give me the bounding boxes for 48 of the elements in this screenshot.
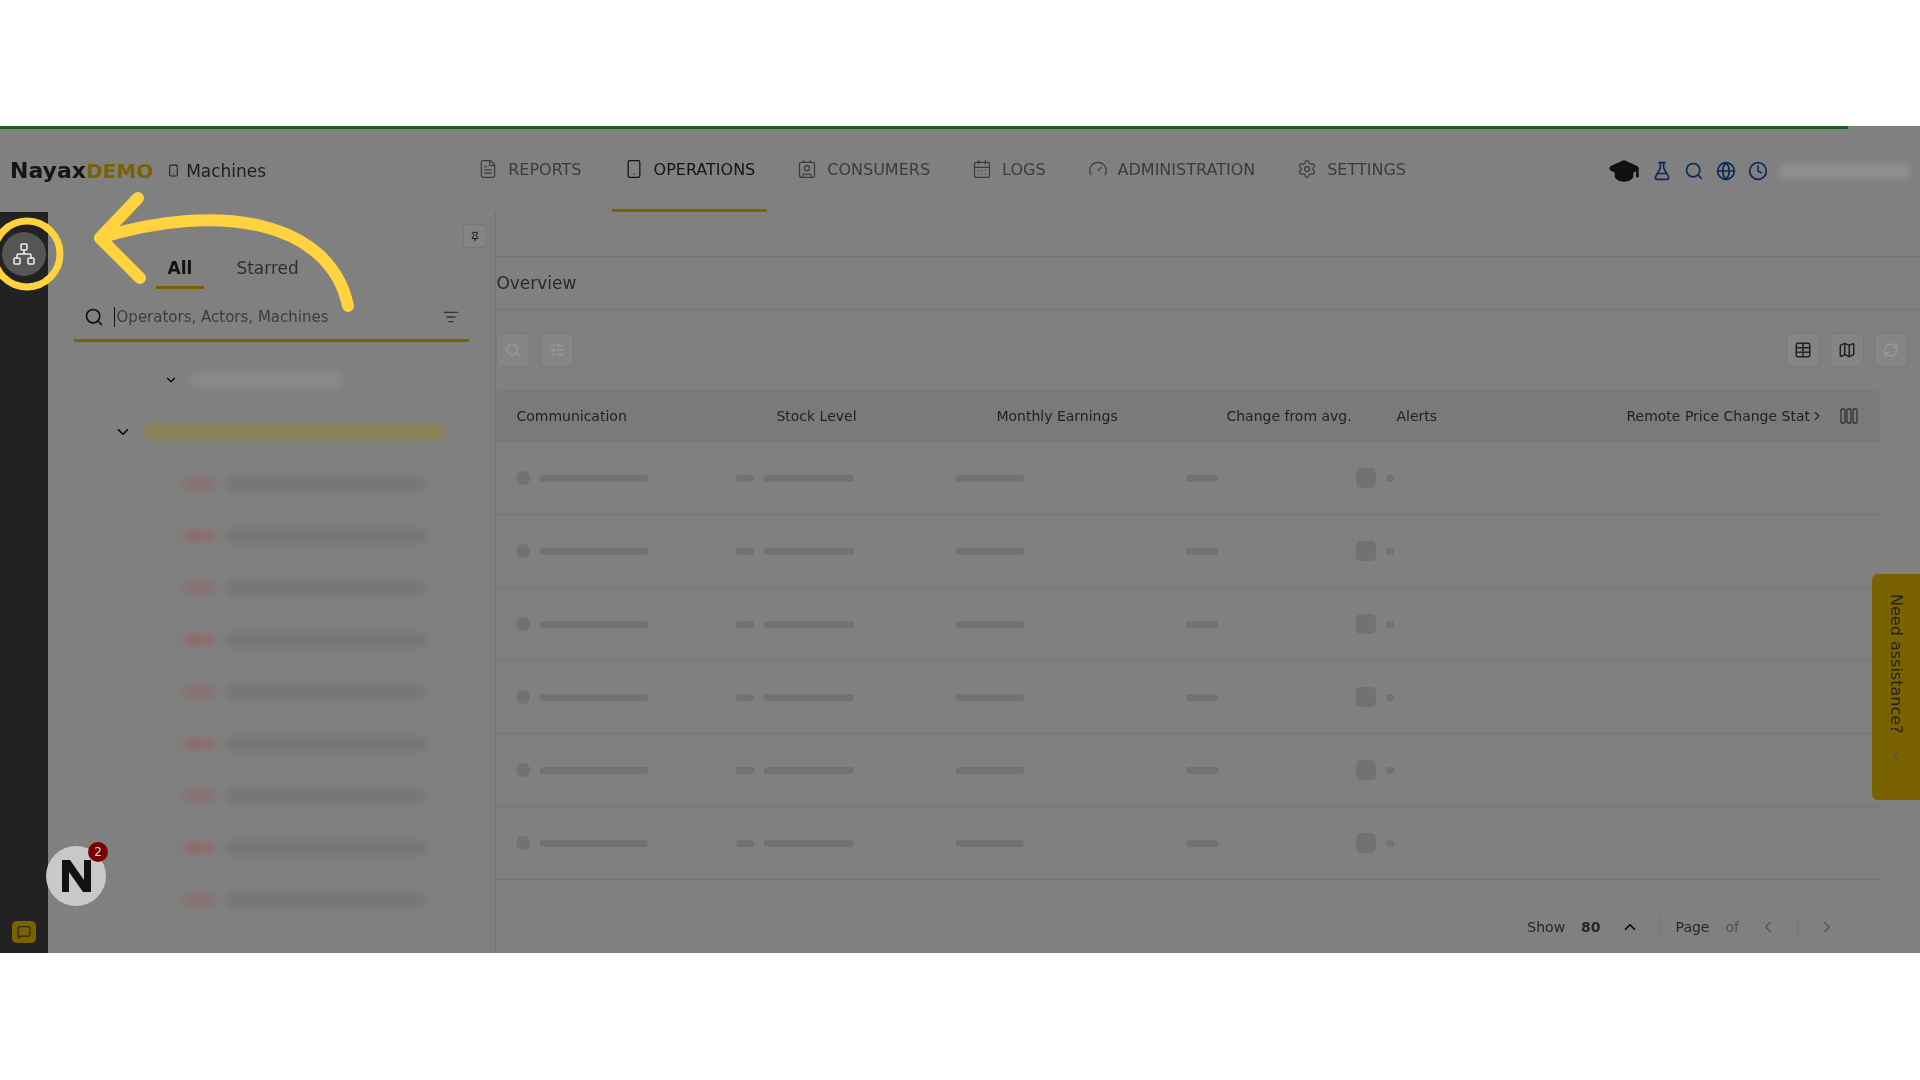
- breadcrumb: Overview: [496, 273, 577, 293]
- pin-icon[interactable]: [470, 229, 481, 243]
- notification-badge: 2: [88, 842, 108, 862]
- table-view-button[interactable]: [1786, 333, 1820, 367]
- nav-tab[interactable]: ADMINISTRATION: [1075, 129, 1268, 212]
- column-header[interactable]: Remote Price Change Stat: [1626, 408, 1810, 424]
- tree-search-field[interactable]: Operators, Actors, Machines: [113, 307, 434, 327]
- consumers-icon[interactable]: [797, 159, 818, 179]
- map-icon[interactable]: [1838, 341, 1856, 359]
- clock-icon[interactable]: [1748, 160, 1768, 181]
- globe-icon[interactable]: [1716, 160, 1736, 181]
- breadcrumb: Machines: [186, 160, 267, 181]
- hierarchy-button[interactable]: [1, 232, 46, 276]
- nav-tab[interactable]: OPERATIONS: [611, 129, 768, 212]
- tree-tab[interactable]: All: [155, 258, 205, 289]
- help-tab[interactable]: Need assistance?: [1872, 574, 1920, 800]
- columns-icon[interactable]: [1840, 408, 1858, 424]
- machine-icon: [167, 164, 181, 177]
- flask-icon[interactable]: [1652, 160, 1672, 181]
- filter-icon[interactable]: [443, 309, 460, 325]
- filter-button[interactable]: [540, 333, 575, 367]
- column-header[interactable]: Stock Level: [776, 408, 997, 424]
- nav-tab[interactable]: REPORTS: [466, 129, 594, 212]
- column-header[interactable]: Change from avg.: [1226, 408, 1397, 424]
- map-view-button[interactable]: [1830, 333, 1864, 367]
- page-label: Page: [1675, 919, 1710, 935]
- column-header[interactable]: Alerts: [1396, 408, 1627, 424]
- pin-button[interactable]: [463, 224, 488, 248]
- refresh-button[interactable]: [1874, 333, 1908, 367]
- search-icon: [83, 307, 104, 327]
- assistant-avatar[interactable]: [46, 846, 106, 906]
- table-icon[interactable]: [1794, 341, 1812, 359]
- show-label: Show: [1527, 919, 1566, 935]
- nav-tab[interactable]: SETTINGS: [1285, 129, 1418, 212]
- nav-tab[interactable]: LOGS: [960, 129, 1058, 212]
- search-icon[interactable]: [1684, 160, 1704, 181]
- logs-icon[interactable]: [972, 159, 993, 179]
- chat-icon[interactable]: [16, 925, 31, 939]
- nayax-logo: NayaxDEMO: [10, 158, 154, 183]
- column-header[interactable]: Monthly Earnings: [996, 408, 1227, 424]
- search-button[interactable]: [496, 333, 531, 367]
- hierarchy-icon[interactable]: [11, 242, 36, 266]
- nav-tab[interactable]: CONSUMERS: [785, 129, 943, 212]
- chat-button[interactable]: [11, 921, 36, 943]
- tree-tab[interactable]: Starred: [224, 258, 311, 289]
- column-header[interactable]: Communication: [516, 408, 777, 424]
- settings-icon[interactable]: [1297, 159, 1318, 179]
- page-size[interactable]: 80: [1581, 919, 1601, 935]
